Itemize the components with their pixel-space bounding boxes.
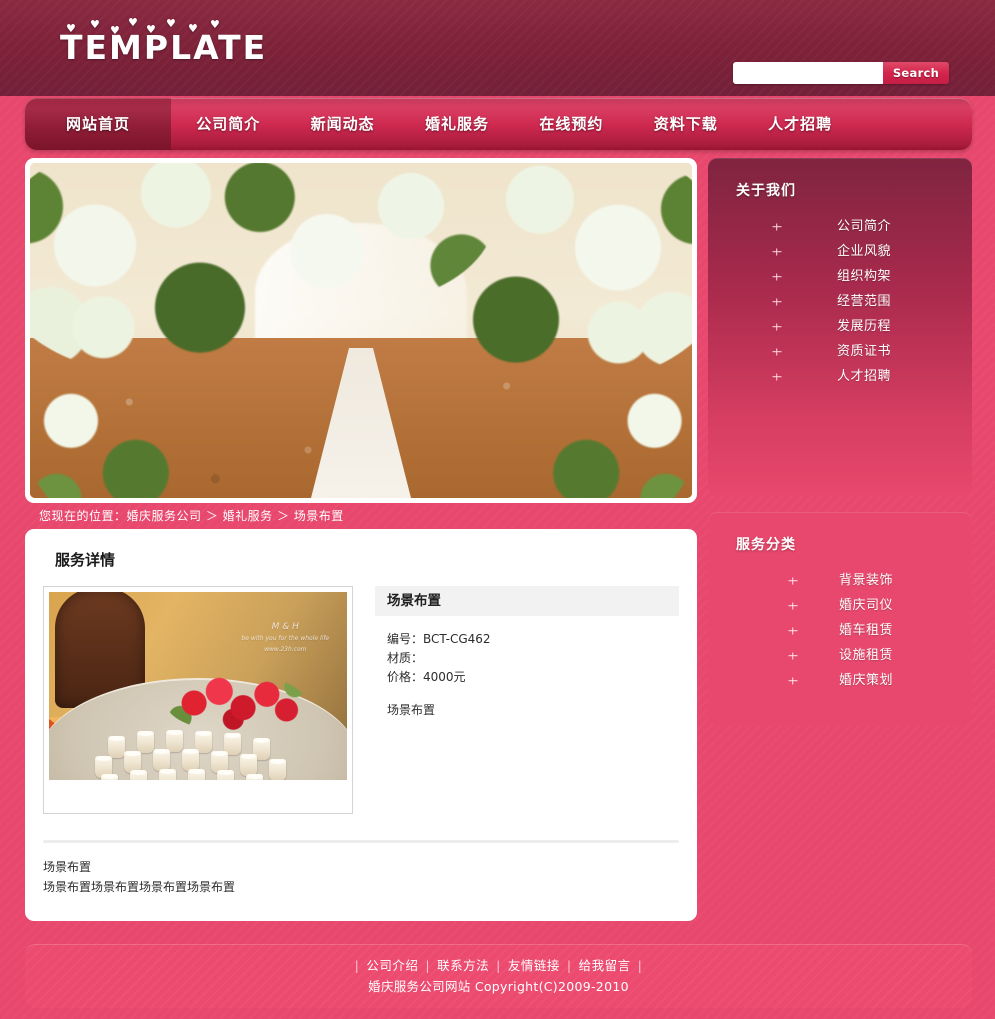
sparkle-icon xyxy=(772,297,781,306)
product-photo-watermark: M & H be with you for the whole life www… xyxy=(241,622,330,654)
sidebar-item-label: 婚庆司仪 xyxy=(839,598,894,613)
page-title: 服务详情 xyxy=(55,551,116,569)
sidebar-item-label: 组织构架 xyxy=(837,269,892,284)
sparkle-icon xyxy=(788,676,797,685)
nav-item-recruitment[interactable]: 人才招聘 xyxy=(743,98,857,150)
sidebar-item-company-profile[interactable]: 公司简介 xyxy=(724,214,956,239)
product-field-code-label: 编号： xyxy=(387,632,424,646)
description-line-1: 场景布置 xyxy=(43,860,92,874)
sidebar-item-label: 经营范围 xyxy=(837,294,892,309)
product-field-material-label: 材质： xyxy=(387,651,424,665)
hero-image xyxy=(30,163,692,498)
sidebar-list-about: 公司简介 企业风貌 组织构架 经营范围 发展历程 资质证书 人才招聘 xyxy=(724,214,956,389)
search-button[interactable]: Search xyxy=(883,62,949,84)
site-footer: | 公司介绍 | 联系方法 | 友情链接 | 给我留言 | 婚庆服务公司网站 Copyright… xyxy=(25,944,972,1008)
product-description: 场景布置 场景布置场景布置场景布置场景布置 xyxy=(43,843,679,897)
breadcrumb: 您现在的位置：婚庆服务公司 ＞ 婚礼服务 ＞ 场景布置 xyxy=(25,503,697,529)
sidebar-item-label: 资质证书 xyxy=(837,344,892,359)
sidebar-item-business-scope[interactable]: 经营范围 xyxy=(724,289,956,314)
product-field-price-value: 4000元 xyxy=(423,670,466,684)
product-name: 场景布置 xyxy=(375,586,679,616)
footer-separator: | xyxy=(637,958,643,973)
nav-item-services[interactable]: 婚礼服务 xyxy=(400,98,514,150)
sparkle-icon xyxy=(772,347,781,356)
footer-links: | 公司介绍 | 联系方法 | 友情链接 | 给我留言 | xyxy=(25,956,972,976)
sidebar-title-about: 关于我们 xyxy=(736,183,796,199)
search-input[interactable] xyxy=(733,62,883,84)
footer-separator: | xyxy=(425,958,431,973)
product-detail-row: M & H be with you for the whole life www… xyxy=(43,586,679,814)
main-navigation: 网站首页 公司简介 新闻动态 婚礼服务 在线预约 资料下载 人才招聘 xyxy=(25,98,972,150)
footer-separator: | xyxy=(566,958,572,973)
sidebar-item-history[interactable]: 发展历程 xyxy=(724,314,956,339)
sidebar-item-label: 企业风貌 xyxy=(837,244,892,259)
product-field-code: 编号：BCT-CG462 xyxy=(387,630,679,649)
product-info: 场景布置 编号：BCT-CG462 材质： 价格：4000元 场景布置 xyxy=(375,586,679,814)
sparkle-icon xyxy=(788,576,797,585)
sidebar-item-label: 发展历程 xyxy=(837,319,892,334)
site-logo[interactable]: ♥ ♥ ♥ ♥ ♥ ♥ ♥ ♥ TEMPLATE xyxy=(60,17,268,67)
sparkle-icon xyxy=(772,372,781,381)
footer-separator: | xyxy=(496,958,501,973)
content-panel: 服务详情 M & H be with you for the whole lif… xyxy=(25,529,697,921)
product-field-material: 材质： xyxy=(387,649,679,668)
sidebar-item-org-structure[interactable]: 组织构架 xyxy=(724,264,956,289)
sparkle-icon xyxy=(772,272,781,281)
sidebar-item-label: 婚庆策划 xyxy=(839,673,894,688)
product-image-frame[interactable]: M & H be with you for the whole life www… xyxy=(43,586,353,814)
sidebar-panel-about: 关于我们 公司简介 企业风貌 组织构架 经营范围 发展历程 资质证书 人才招聘 xyxy=(708,158,972,496)
sidebar-item-certificates[interactable]: 资质证书 xyxy=(724,339,956,364)
sidebar-item-label: 公司简介 xyxy=(837,219,892,234)
nav-item-news[interactable]: 新闻动态 xyxy=(285,98,399,150)
sidebar-panel-service-categories: 服务分类 背景装饰 婚庆司仪 婚车租赁 设施租赁 婚庆策划 xyxy=(708,512,972,726)
nav-item-about[interactable]: 公司简介 xyxy=(171,98,285,150)
nav-item-home[interactable]: 网站首页 xyxy=(25,98,171,150)
footer-link-company-intro[interactable]: 公司介绍 xyxy=(366,958,418,973)
sparkle-icon xyxy=(772,322,781,331)
sidebar-item-label: 婚车租赁 xyxy=(839,623,894,638)
main-column: 您现在的位置：婚庆服务公司 ＞ 婚礼服务 ＞ 场景布置 服务详情 M & H b… xyxy=(25,158,697,921)
copyright-text: 婚庆服务公司网站 Copyright(C)2009-2010 xyxy=(368,979,629,994)
sidebar-item-backdrop-decor[interactable]: 背景装饰 xyxy=(724,568,956,593)
sidebar-list-services: 背景装饰 婚庆司仪 婚车租赁 设施租赁 婚庆策划 xyxy=(724,568,956,693)
logo-text: TEMPLATE xyxy=(60,28,268,67)
footer-link-guestbook[interactable]: 给我留言 xyxy=(579,958,631,973)
nav-item-downloads[interactable]: 资料下载 xyxy=(629,98,743,150)
sidebar-item-company-style[interactable]: 企业风貌 xyxy=(724,239,956,264)
product-field-price-label: 价格： xyxy=(387,670,424,684)
sidebar: 关于我们 公司简介 企业风貌 组织构架 经营范围 发展历程 资质证书 人才招聘 … xyxy=(708,158,972,742)
description-line-2: 场景布置场景布置场景布置场景布置 xyxy=(43,880,236,894)
sidebar-item-label: 背景装饰 xyxy=(839,573,894,588)
sidebar-item-recruitment[interactable]: 人才招聘 xyxy=(724,364,956,389)
product-field-code-value: BCT-CG462 xyxy=(423,632,491,646)
sidebar-item-wedding-host[interactable]: 婚庆司仪 xyxy=(724,593,956,618)
sidebar-item-label: 人才招聘 xyxy=(837,369,892,384)
sidebar-item-car-rental[interactable]: 婚车租赁 xyxy=(724,618,956,643)
nav-item-booking[interactable]: 在线预约 xyxy=(514,98,628,150)
sparkle-icon xyxy=(772,247,781,256)
sidebar-item-wedding-planning[interactable]: 婚庆策划 xyxy=(724,668,956,693)
footer-link-contact[interactable]: 联系方法 xyxy=(437,958,489,973)
product-summary: 场景布置 xyxy=(387,703,436,717)
product-photo-roses xyxy=(165,673,306,732)
search-box[interactable]: Search xyxy=(733,62,949,84)
sparkle-icon xyxy=(788,626,797,635)
sidebar-item-label: 设施租赁 xyxy=(839,648,894,663)
product-fields: 编号：BCT-CG462 材质： 价格：4000元 场景布置 xyxy=(375,616,679,720)
site-header: ♥ ♥ ♥ ♥ ♥ ♥ ♥ ♥ TEMPLATE Search xyxy=(0,0,995,96)
sparkle-icon xyxy=(772,222,781,231)
breadcrumb-text: 您现在的位置：婚庆服务公司 ＞ 婚礼服务 ＞ 场景布置 xyxy=(39,509,344,523)
sparkle-icon xyxy=(788,651,797,660)
footer-link-friendly-links[interactable]: 友情链接 xyxy=(508,958,560,973)
sidebar-item-facility-rental[interactable]: 设施租赁 xyxy=(724,643,956,668)
product-image: M & H be with you for the whole life www… xyxy=(49,592,347,780)
sparkle-icon xyxy=(788,601,797,610)
sidebar-title-services: 服务分类 xyxy=(736,537,796,553)
product-field-price: 价格：4000元 xyxy=(387,668,679,687)
footer-separator: | xyxy=(354,958,360,973)
hero-banner xyxy=(25,158,697,503)
